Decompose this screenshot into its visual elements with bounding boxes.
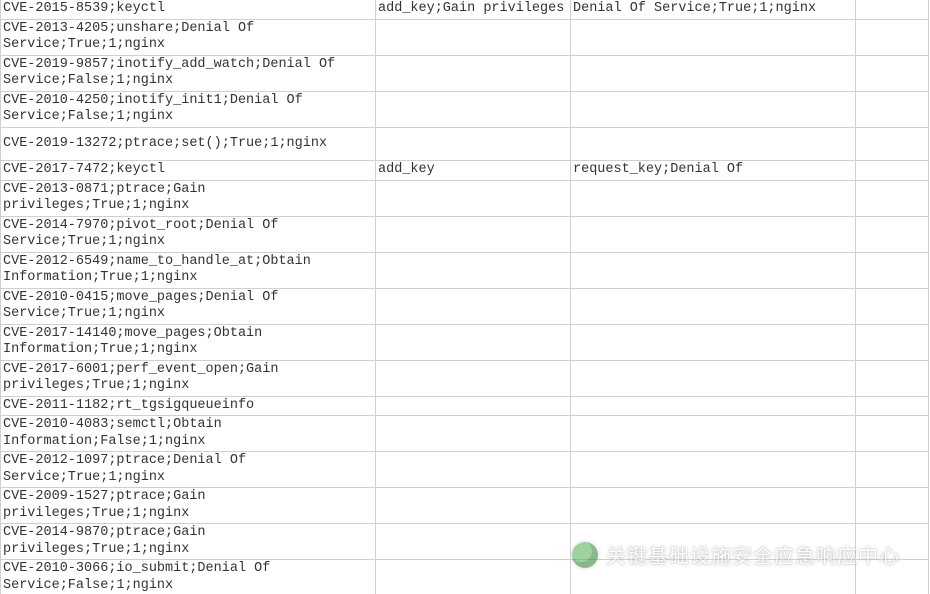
table-cell — [376, 560, 571, 594]
table-cell — [376, 288, 571, 324]
table-cell — [376, 452, 571, 488]
table-cell — [571, 180, 856, 216]
table-cell — [571, 19, 856, 55]
cve-table: CVE-2015-8539;keyctladd_key;Gain privile… — [0, 0, 929, 594]
table-cell — [376, 55, 571, 91]
table-cell: CVE-2017-14140;move_pages;Obtain Informa… — [1, 324, 376, 360]
table-cell — [571, 324, 856, 360]
table-cell — [571, 55, 856, 91]
table-cell — [856, 324, 929, 360]
table-row: CVE-2017-7472;keyctladd_keyrequest_key;D… — [1, 161, 929, 181]
table-cell — [571, 216, 856, 252]
table-cell — [856, 288, 929, 324]
table-cell — [571, 288, 856, 324]
table-cell — [856, 180, 929, 216]
table-cell: CVE-2013-0871;ptrace;Gain privileges;Tru… — [1, 180, 376, 216]
table-row: CVE-2009-1527;ptrace;Gain privileges;Tru… — [1, 488, 929, 524]
table-cell — [571, 524, 856, 560]
table-row: CVE-2010-4083;semctl;Obtain Information;… — [1, 416, 929, 452]
table-cell: add_key — [376, 161, 571, 181]
table-row: CVE-2010-4250;inotify_init1;Denial Of Se… — [1, 91, 929, 127]
table-cell: CVE-2011-1182;rt_tgsigqueueinfo — [1, 396, 376, 416]
table-cell — [376, 252, 571, 288]
table-cell — [856, 216, 929, 252]
table-cell — [856, 452, 929, 488]
table-cell — [571, 360, 856, 396]
table-cell — [571, 396, 856, 416]
table-cell: CVE-2012-1097;ptrace;Denial Of Service;T… — [1, 452, 376, 488]
table-cell — [571, 127, 856, 161]
table-row: CVE-2014-7970;pivot_root;Denial Of Servi… — [1, 216, 929, 252]
table-cell: Denial Of Service;True;1;nginx — [571, 0, 856, 19]
table-cell — [856, 560, 929, 594]
table-cell — [856, 0, 929, 19]
table-cell — [376, 360, 571, 396]
table-cell — [571, 488, 856, 524]
table-row: CVE-2010-0415;move_pages;Denial Of Servi… — [1, 288, 929, 324]
table-cell — [376, 127, 571, 161]
table-cell — [376, 416, 571, 452]
table-cell — [856, 55, 929, 91]
table-cell: CVE-2010-0415;move_pages;Denial Of Servi… — [1, 288, 376, 324]
table-cell — [571, 452, 856, 488]
table-cell: CVE-2010-3066;io_submit;Denial Of Servic… — [1, 560, 376, 594]
table-cell — [376, 216, 571, 252]
table-cell — [856, 161, 929, 181]
table-cell: CVE-2019-9857;inotify_add_watch;Denial O… — [1, 55, 376, 91]
table-cell — [571, 252, 856, 288]
table-cell — [571, 91, 856, 127]
table-cell — [571, 416, 856, 452]
table-cell: CVE-2017-6001;perf_event_open;Gain privi… — [1, 360, 376, 396]
table-cell: CVE-2017-7472;keyctl — [1, 161, 376, 181]
table-cell — [376, 488, 571, 524]
table-cell — [856, 19, 929, 55]
table-cell: CVE-2010-4250;inotify_init1;Denial Of Se… — [1, 91, 376, 127]
table-row: CVE-2017-14140;move_pages;Obtain Informa… — [1, 324, 929, 360]
table-cell: CVE-2010-4083;semctl;Obtain Information;… — [1, 416, 376, 452]
table-cell: CVE-2014-9870;ptrace;Gain privileges;Tru… — [1, 524, 376, 560]
table-row: CVE-2019-9857;inotify_add_watch;Denial O… — [1, 55, 929, 91]
table-cell — [856, 396, 929, 416]
table-row: CVE-2012-6549;name_to_handle_at;Obtain I… — [1, 252, 929, 288]
table-cell — [856, 91, 929, 127]
table-cell: CVE-2015-8539;keyctl — [1, 0, 376, 19]
table-cell: CVE-2014-7970;pivot_root;Denial Of Servi… — [1, 216, 376, 252]
table-row: CVE-2014-9870;ptrace;Gain privileges;Tru… — [1, 524, 929, 560]
table-cell — [376, 524, 571, 560]
table-cell — [856, 416, 929, 452]
table-cell: CVE-2019-13272;ptrace;set();True;1;nginx — [1, 127, 376, 161]
table-cell — [376, 324, 571, 360]
table-row: CVE-2019-13272;ptrace;set();True;1;nginx — [1, 127, 929, 161]
table-cell — [856, 360, 929, 396]
table-cell: CVE-2013-4205;unshare;Denial Of Service;… — [1, 19, 376, 55]
table-cell: CVE-2012-6549;name_to_handle_at;Obtain I… — [1, 252, 376, 288]
table-row: CVE-2017-6001;perf_event_open;Gain privi… — [1, 360, 929, 396]
table-row: CVE-2012-1097;ptrace;Denial Of Service;T… — [1, 452, 929, 488]
table-row: CVE-2011-1182;rt_tgsigqueueinfo — [1, 396, 929, 416]
table-cell — [856, 488, 929, 524]
table-row: CVE-2015-8539;keyctladd_key;Gain privile… — [1, 0, 929, 19]
table-cell — [856, 252, 929, 288]
table-row: CVE-2010-3066;io_submit;Denial Of Servic… — [1, 560, 929, 594]
table-cell — [376, 19, 571, 55]
table-cell: CVE-2009-1527;ptrace;Gain privileges;Tru… — [1, 488, 376, 524]
table-cell: add_key;Gain privileges — [376, 0, 571, 19]
table-cell — [376, 91, 571, 127]
table-row: CVE-2013-0871;ptrace;Gain privileges;Tru… — [1, 180, 929, 216]
table-cell: request_key;Denial Of — [571, 161, 856, 181]
table-cell — [856, 127, 929, 161]
table-cell — [571, 560, 856, 594]
table-cell — [376, 396, 571, 416]
table-cell — [856, 524, 929, 560]
table-row: CVE-2013-4205;unshare;Denial Of Service;… — [1, 19, 929, 55]
table-cell — [376, 180, 571, 216]
